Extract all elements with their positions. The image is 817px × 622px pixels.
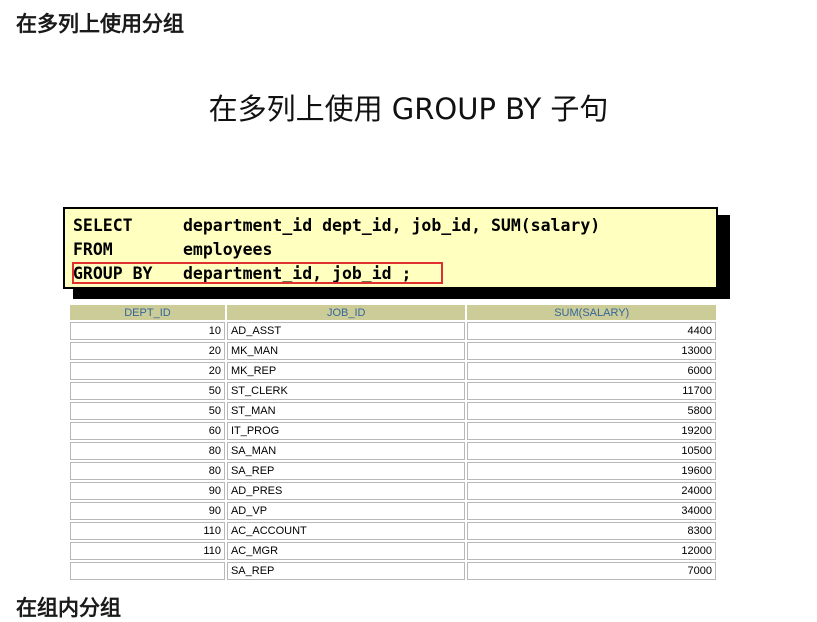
- sql-keyword: FROM: [73, 240, 113, 259]
- sql-line-from: FROM employees: [73, 238, 716, 262]
- slide-title: 在多列上使用 GROUP BY 子句: [208, 92, 609, 126]
- dept-id-cell: 50: [70, 382, 225, 400]
- sum-salary-cell: 19200: [467, 422, 716, 440]
- sum-salary-cell: 12000: [467, 542, 716, 560]
- table-header-row: DEPT_ID JOB_ID SUM(SALARY): [70, 305, 716, 320]
- table-row: 60 IT_PROG 19200: [70, 422, 716, 440]
- sum-salary-cell: 24000: [467, 482, 716, 500]
- groupby-highlight: [72, 262, 443, 284]
- job-id-cell: MK_REP: [226, 362, 466, 380]
- sql-keyword: SELECT: [73, 216, 133, 235]
- sql-line-select: SELECT department_id dept_id, job_id, SUM…: [73, 214, 716, 238]
- dept-id-cell: [70, 562, 225, 580]
- job-id-cell: AC_ACCOUNT: [226, 522, 466, 540]
- table-row: 20 MK_REP 6000: [70, 362, 716, 380]
- table-row: 10 AD_ASST 4400: [70, 322, 716, 340]
- sql-clause: department_id dept_id, job_id, SUM(salar…: [183, 216, 601, 235]
- column-header: SUM(SALARY): [467, 305, 716, 320]
- dept-id-cell: 80: [70, 462, 225, 480]
- dept-id-cell: 20: [70, 342, 225, 360]
- sum-salary-cell: 19600: [467, 462, 716, 480]
- table-row: 110 AC_MGR 12000: [70, 542, 716, 560]
- sum-salary-cell: 11700: [467, 382, 716, 400]
- column-header: JOB_ID: [226, 305, 466, 320]
- dept-id-cell: 60: [70, 422, 225, 440]
- job-id-cell: ST_CLERK: [226, 382, 466, 400]
- sql-code-box: SELECT department_id dept_id, job_id, SUM…: [63, 207, 718, 289]
- column-header: DEPT_ID: [70, 305, 225, 320]
- job-id-cell: SA_MAN: [226, 442, 466, 460]
- dept-id-cell: 110: [70, 522, 225, 540]
- job-id-cell: SA_REP: [226, 562, 466, 580]
- table-row: 110 AC_ACCOUNT 8300: [70, 522, 716, 540]
- sum-salary-cell: 13000: [467, 342, 716, 360]
- job-id-cell: IT_PROG: [226, 422, 466, 440]
- dept-id-cell: 90: [70, 502, 225, 520]
- sum-salary-cell: 10500: [467, 442, 716, 460]
- job-id-cell: MK_MAN: [226, 342, 466, 360]
- job-id-cell: AC_MGR: [226, 542, 466, 560]
- dept-id-cell: 50: [70, 402, 225, 420]
- dept-id-cell: 20: [70, 362, 225, 380]
- result-table: DEPT_ID JOB_ID SUM(SALARY) 10 AD_ASST 4400…: [68, 303, 718, 582]
- table-row: 50 ST_CLERK 11700: [70, 382, 716, 400]
- sum-salary-cell: 4400: [467, 322, 716, 340]
- page-heading: 在多列上使用分组: [16, 12, 184, 36]
- table-row: 50 ST_MAN 5800: [70, 402, 716, 420]
- table-row: 20 MK_MAN 13000: [70, 342, 716, 360]
- sum-salary-cell: 6000: [467, 362, 716, 380]
- table-row: SA_REP 7000: [70, 562, 716, 580]
- dept-id-cell: 90: [70, 482, 225, 500]
- dept-id-cell: 110: [70, 542, 225, 560]
- sql-clause: employees: [183, 240, 273, 259]
- table-row: 80 SA_REP 19600: [70, 462, 716, 480]
- job-id-cell: ST_MAN: [226, 402, 466, 420]
- job-id-cell: SA_REP: [226, 462, 466, 480]
- job-id-cell: AD_ASST: [226, 322, 466, 340]
- sum-salary-cell: 5800: [467, 402, 716, 420]
- table-row: 90 AD_PRES 24000: [70, 482, 716, 500]
- next-section-heading: 在组内分组: [16, 596, 121, 620]
- dept-id-cell: 10: [70, 322, 225, 340]
- sum-salary-cell: 7000: [467, 562, 716, 580]
- job-id-cell: AD_VP: [226, 502, 466, 520]
- table-row: 90 AD_VP 34000: [70, 502, 716, 520]
- job-id-cell: AD_PRES: [226, 482, 466, 500]
- sum-salary-cell: 34000: [467, 502, 716, 520]
- dept-id-cell: 80: [70, 442, 225, 460]
- table-row: 80 SA_MAN 10500: [70, 442, 716, 460]
- sum-salary-cell: 8300: [467, 522, 716, 540]
- sql-line-groupby: GROUP BY department_id, job_id ;: [72, 262, 716, 286]
